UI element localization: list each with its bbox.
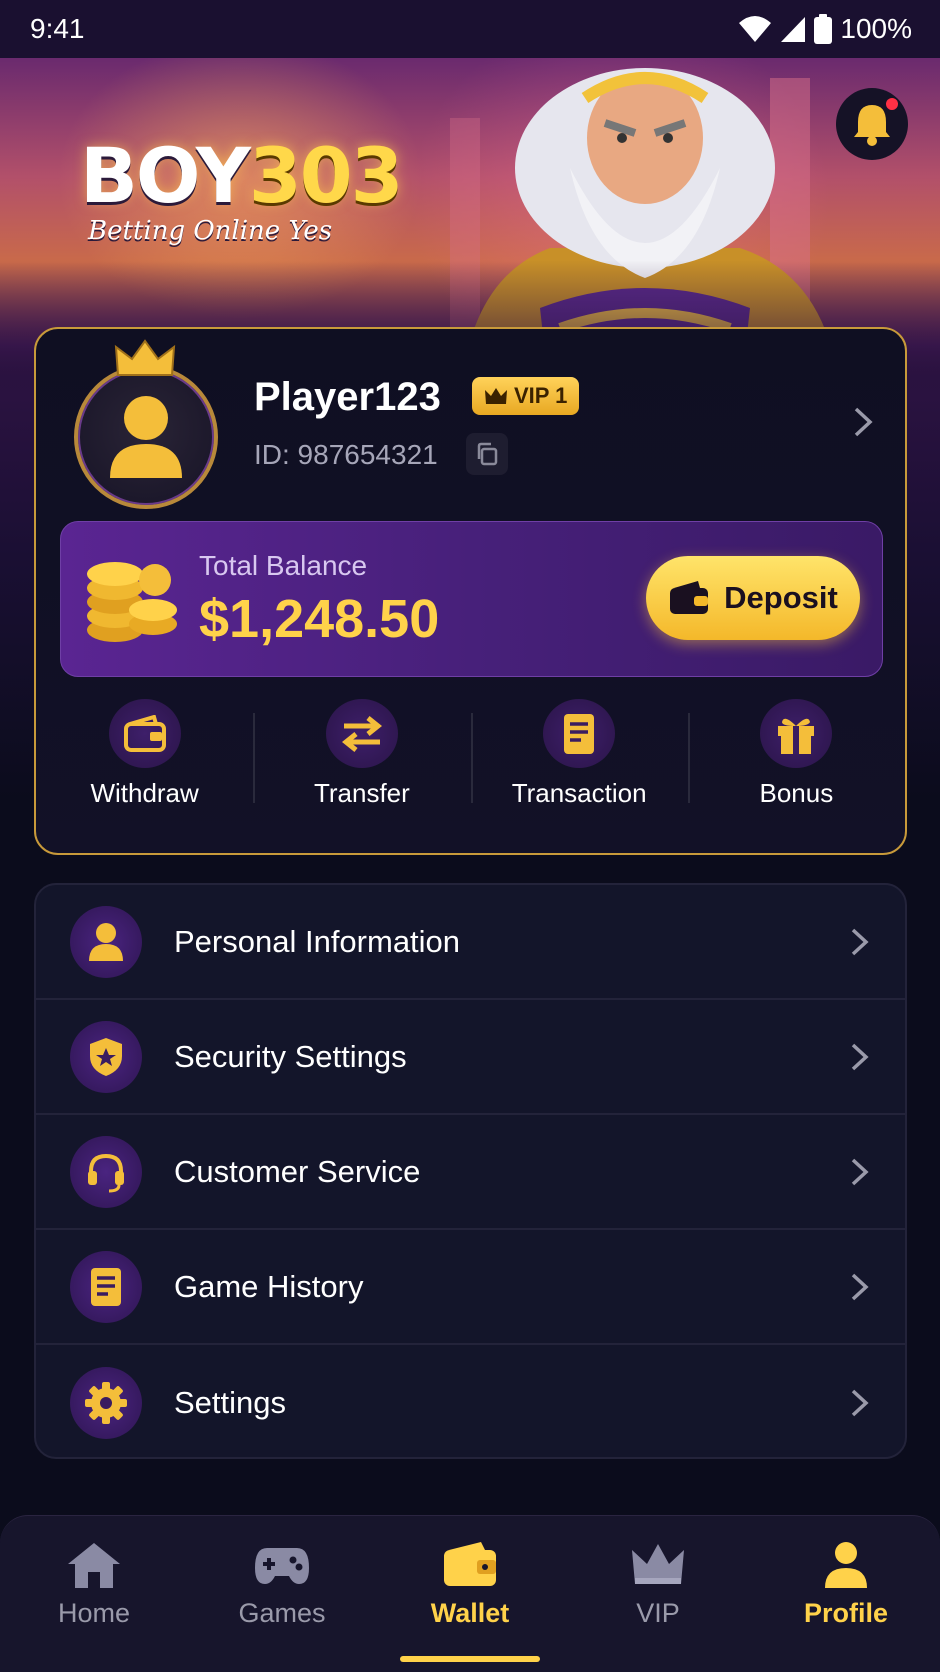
- profile-card: Player123 VIP 1 ID: 987654321 Total Bala…: [34, 327, 907, 855]
- deposit-button[interactable]: Deposit: [646, 556, 860, 640]
- menu-item-label: Settings: [174, 1384, 287, 1420]
- copy-id-button[interactable]: [466, 433, 508, 475]
- notification-button[interactable]: [836, 88, 908, 160]
- gear-icon: [85, 1381, 127, 1424]
- menu-item-label: Customer Service: [174, 1153, 421, 1189]
- coins-icon: [87, 562, 177, 642]
- bonus-button[interactable]: Bonus: [687, 699, 905, 809]
- quick-actions: Withdraw Transfer Transaction Bonus: [36, 699, 905, 809]
- user-icon: [89, 922, 123, 961]
- crown-icon: [114, 339, 176, 376]
- brand-logo: BOY303 Betting Online Yes: [80, 131, 404, 247]
- menu-item-security-settings[interactable]: Security Settings: [36, 1000, 905, 1115]
- transaction-button[interactable]: Transaction: [470, 699, 688, 809]
- nav-vip[interactable]: VIP: [564, 1516, 752, 1672]
- vip-badge[interactable]: VIP 1: [472, 377, 580, 415]
- document-icon: [91, 1267, 121, 1306]
- chevron-right-icon: [851, 1158, 869, 1185]
- status-time: 9:41: [30, 13, 85, 44]
- gift-icon: [778, 718, 815, 754]
- player-id: ID: 987654321: [254, 439, 438, 470]
- balance-panel: Total Balance $1,248.50 Deposit: [60, 521, 883, 677]
- bottom-nav: Home Games Wallet VIP Profile: [0, 1515, 940, 1672]
- menu-item-label: Game History: [174, 1268, 364, 1304]
- nav-games[interactable]: Games: [188, 1516, 376, 1672]
- gamepad-icon: [255, 1548, 309, 1584]
- battery-percent: 100%: [840, 13, 912, 44]
- menu-item-game-history[interactable]: Game History: [36, 1230, 905, 1345]
- battery-icon: [814, 14, 833, 44]
- menu-item-label: Security Settings: [174, 1038, 407, 1074]
- transfer-icon: [341, 715, 382, 752]
- active-tab-indicator: [400, 1656, 540, 1662]
- receipt-icon: [564, 713, 595, 754]
- menu-item-label: Personal Information: [174, 923, 461, 959]
- chevron-right-icon: [851, 928, 869, 955]
- shield-icon: [90, 1037, 122, 1076]
- chevron-right-icon: [851, 1043, 869, 1070]
- balance-label: Total Balance: [199, 550, 368, 581]
- signal-icon: [781, 17, 806, 42]
- wifi-icon: [739, 16, 772, 42]
- menu-item-settings[interactable]: Settings: [36, 1345, 905, 1457]
- crown-icon: [632, 1544, 684, 1584]
- notification-dot: [886, 98, 898, 110]
- status-bar: 9:41 100%: [0, 0, 940, 58]
- home-icon: [68, 1543, 120, 1588]
- menu-item-customer-service[interactable]: Customer Service: [36, 1115, 905, 1230]
- user-icon: [825, 1542, 867, 1588]
- user-avatar-icon: [110, 396, 182, 478]
- headset-icon: [88, 1153, 124, 1192]
- avatar[interactable]: [74, 339, 218, 509]
- profile-menu: Personal Information Security Settings C…: [34, 883, 907, 1459]
- withdraw-button[interactable]: Withdraw: [36, 699, 253, 809]
- menu-item-personal-information[interactable]: Personal Information: [36, 885, 905, 1000]
- chevron-right-icon: [851, 1273, 869, 1300]
- balance-value: $1,248.50: [199, 589, 440, 649]
- vip-crown-icon: [485, 388, 507, 404]
- nav-profile[interactable]: Profile: [752, 1516, 940, 1672]
- chevron-right-icon[interactable]: [851, 405, 875, 439]
- wallet-icon: [123, 714, 166, 752]
- wallet-icon: [670, 581, 709, 614]
- bell-icon: [854, 105, 890, 146]
- username: Player123: [254, 375, 441, 419]
- copy-icon: [477, 442, 498, 466]
- status-icons: 100%: [738, 13, 912, 45]
- nav-home[interactable]: Home: [0, 1516, 188, 1672]
- nav-wallet[interactable]: Wallet: [376, 1516, 564, 1672]
- wallet-icon: [444, 1542, 496, 1586]
- transfer-button[interactable]: Transfer: [253, 699, 470, 809]
- chevron-right-icon: [851, 1389, 869, 1416]
